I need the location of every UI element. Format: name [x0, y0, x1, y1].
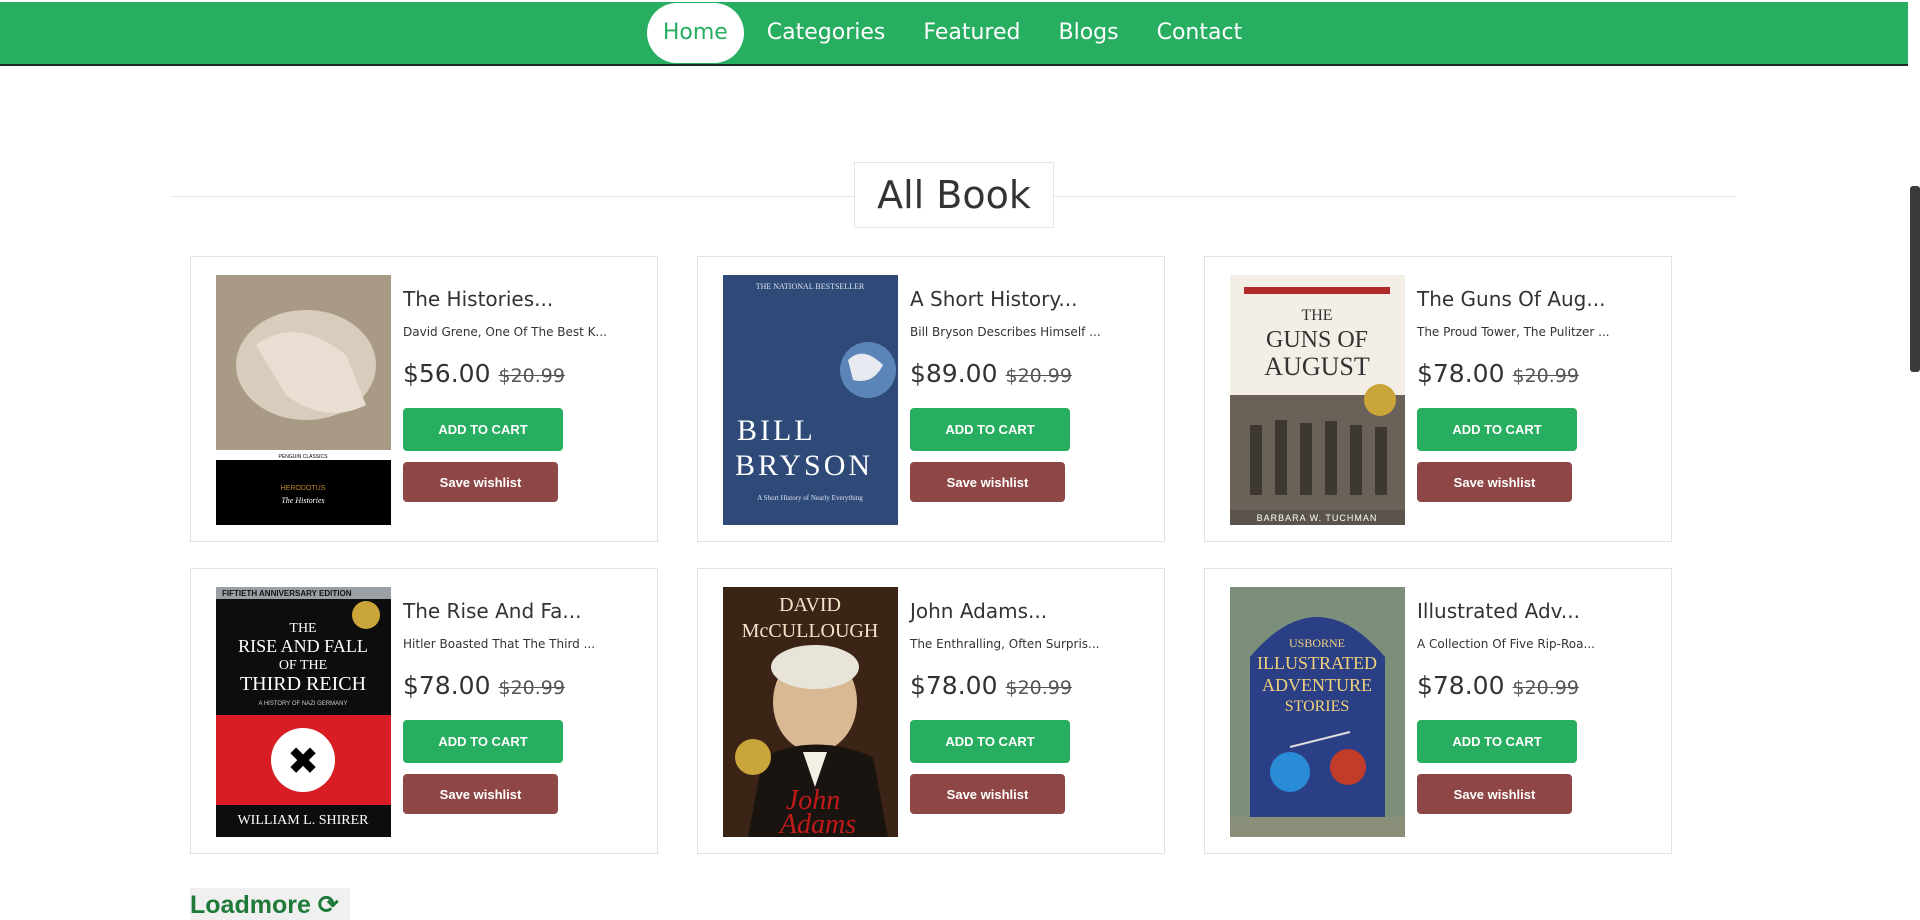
price-row: $78.00 $20.99 — [1417, 671, 1657, 700]
svg-text:OF THE: OF THE — [279, 658, 327, 673]
svg-text:AUGUST: AUGUST — [1264, 352, 1370, 381]
book-cover-image[interactable]: THE NATIONAL BESTSELLER BILL BRYSON A Sh… — [723, 275, 898, 525]
book-info: The Histories... David Grene, One Of The… — [403, 287, 643, 502]
add-to-cart-button[interactable]: ADD TO CART — [1417, 408, 1577, 451]
save-wishlist-button[interactable]: Save wishlist — [403, 462, 558, 502]
book-title[interactable]: The Guns Of Aug... — [1417, 287, 1657, 311]
book-price: $78.00 — [910, 671, 998, 700]
svg-text:BRYSON: BRYSON — [735, 449, 873, 482]
svg-text:RISE AND FALL: RISE AND FALL — [238, 636, 368, 656]
nav-list: Home Categories Featured Blogs Contact — [646, 3, 1258, 63]
price-row: $78.00 $20.99 — [1417, 359, 1657, 388]
book-info: The Guns Of Aug... The Proud Tower, The … — [1417, 287, 1657, 502]
book-old-price: $20.99 — [1005, 365, 1072, 387]
price-row: $56.00 $20.99 — [403, 359, 643, 388]
svg-text:ADVENTURE: ADVENTURE — [1262, 675, 1372, 695]
book-card: THE GUNS OF AUGUST BARBARA W. TUCHMAN Th… — [1204, 256, 1672, 542]
book-grid: PENGUIN CLASSICS HERODOTUS The Histories… — [190, 256, 1674, 854]
book-cover-image[interactable]: THE GUNS OF AUGUST BARBARA W. TUCHMAN — [1230, 275, 1405, 525]
book-cover-image[interactable]: FIFTIETH ANNIVERSARY EDITION THE RISE AN… — [216, 587, 391, 837]
svg-text:GUNS OF: GUNS OF — [1266, 327, 1368, 353]
book-price: $89.00 — [910, 359, 998, 388]
svg-text:BILL: BILL — [737, 414, 816, 447]
svg-text:Adams: Adams — [778, 809, 856, 837]
book-price: $78.00 — [1417, 671, 1505, 700]
book-card: THE NATIONAL BESTSELLER BILL BRYSON A Sh… — [697, 256, 1165, 542]
book-price: $78.00 — [403, 671, 491, 700]
svg-text:THIRD REICH: THIRD REICH — [240, 673, 366, 695]
nav-categories[interactable]: Categories — [752, 3, 901, 63]
svg-text:A Short History of Nearly Ever: A Short History of Nearly Everything — [757, 494, 863, 502]
svg-text:USBORNE: USBORNE — [1289, 636, 1345, 650]
svg-text:The Histories: The Histories — [281, 496, 324, 505]
book-old-price: $20.99 — [1005, 677, 1072, 699]
book-card: PENGUIN CLASSICS HERODOTUS The Histories… — [190, 256, 658, 542]
book-old-price: $20.99 — [1512, 365, 1579, 387]
price-row: $78.00 $20.99 — [910, 671, 1150, 700]
book-card: USBORNE ILLUSTRATED ADVENTURE STORIES Il… — [1204, 568, 1672, 854]
save-wishlist-button[interactable]: Save wishlist — [1417, 774, 1572, 814]
svg-text:WILLIAM L. SHIRER: WILLIAM L. SHIRER — [237, 813, 369, 828]
loadmore-button[interactable]: Loadmore ⟳ — [190, 888, 350, 920]
svg-text:FIFTIETH ANNIVERSARY EDITION: FIFTIETH ANNIVERSARY EDITION — [222, 589, 352, 598]
save-wishlist-button[interactable]: Save wishlist — [403, 774, 558, 814]
book-description: The Proud Tower, The Pulitzer ... — [1417, 325, 1610, 339]
svg-text:BARBARA W. TUCHMAN: BARBARA W. TUCHMAN — [1257, 513, 1378, 523]
book-description: The Enthralling, Often Surpris... — [910, 637, 1100, 651]
svg-text:McCULLOUGH: McCULLOUGH — [742, 620, 879, 642]
svg-text:PENGUIN CLASSICS: PENGUIN CLASSICS — [279, 454, 329, 460]
add-to-cart-button[interactable]: ADD TO CART — [910, 720, 1070, 763]
scrollbar-thumb[interactable] — [1910, 186, 1920, 372]
save-wishlist-button[interactable]: Save wishlist — [910, 462, 1065, 502]
add-to-cart-button[interactable]: ADD TO CART — [1417, 720, 1577, 763]
svg-text:STORIES: STORIES — [1285, 698, 1350, 715]
add-to-cart-button[interactable]: ADD TO CART — [403, 720, 563, 763]
book-info: The Rise And Fa... Hitler Boasted That T… — [403, 599, 643, 814]
svg-text:THE: THE — [1301, 307, 1332, 324]
book-cover-image[interactable]: USBORNE ILLUSTRATED ADVENTURE STORIES — [1230, 587, 1405, 837]
book-description: David Grene, One Of The Best K... — [403, 325, 607, 339]
svg-text:DAVID: DAVID — [779, 594, 841, 616]
svg-text:A HISTORY OF NAZI GERMANY: A HISTORY OF NAZI GERMANY — [258, 701, 347, 707]
book-old-price: $20.99 — [498, 677, 565, 699]
save-wishlist-button[interactable]: Save wishlist — [910, 774, 1065, 814]
book-old-price: $20.99 — [498, 365, 565, 387]
book-title[interactable]: John Adams... — [910, 599, 1150, 623]
book-title[interactable]: A Short History... — [910, 287, 1150, 311]
book-info: Illustrated Adv... A Collection Of Five … — [1417, 599, 1657, 814]
svg-text:THE NATIONAL BESTSELLER: THE NATIONAL BESTSELLER — [756, 282, 865, 291]
nav-home[interactable]: Home — [646, 3, 744, 63]
book-cover-image[interactable]: DAVID McCULLOUGH John Adams — [723, 587, 898, 837]
svg-text:THE: THE — [289, 621, 316, 636]
book-info: John Adams... The Enthralling, Often Sur… — [910, 599, 1150, 814]
top-navbar: Home Categories Featured Blogs Contact — [0, 2, 1908, 66]
price-row: $78.00 $20.99 — [403, 671, 643, 700]
svg-text:✖: ✖ — [287, 739, 319, 783]
book-description: Bill Bryson Describes Himself ... — [910, 325, 1101, 339]
book-description: Hitler Boasted That The Third ... — [403, 637, 596, 651]
book-price: $56.00 — [403, 359, 491, 388]
nav-featured[interactable]: Featured — [908, 3, 1035, 63]
save-wishlist-button[interactable]: Save wishlist — [1417, 462, 1572, 502]
add-to-cart-button[interactable]: ADD TO CART — [910, 408, 1070, 451]
book-info: A Short History... Bill Bryson Describes… — [910, 287, 1150, 502]
nav-blogs[interactable]: Blogs — [1043, 3, 1133, 63]
book-cover-image[interactable]: PENGUIN CLASSICS HERODOTUS The Histories — [216, 275, 391, 525]
book-card: FIFTIETH ANNIVERSARY EDITION THE RISE AN… — [190, 568, 658, 854]
nav-contact[interactable]: Contact — [1142, 3, 1258, 63]
price-row: $89.00 $20.99 — [910, 359, 1150, 388]
book-card: DAVID McCULLOUGH John Adams John Adams..… — [697, 568, 1165, 854]
svg-text:HERODOTUS: HERODOTUS — [281, 485, 326, 492]
book-title[interactable]: Illustrated Adv... — [1417, 599, 1657, 623]
add-to-cart-button[interactable]: ADD TO CART — [403, 408, 563, 451]
book-title[interactable]: The Histories... — [403, 287, 643, 311]
book-title[interactable]: The Rise And Fa... — [403, 599, 643, 623]
svg-text:ILLUSTRATED: ILLUSTRATED — [1257, 653, 1377, 673]
book-old-price: $20.99 — [1512, 677, 1579, 699]
book-price: $78.00 — [1417, 359, 1505, 388]
section-title: All Book — [854, 162, 1054, 228]
section-header: All Book — [172, 162, 1736, 230]
book-description: A Collection Of Five Rip-Roa... — [1417, 637, 1595, 651]
